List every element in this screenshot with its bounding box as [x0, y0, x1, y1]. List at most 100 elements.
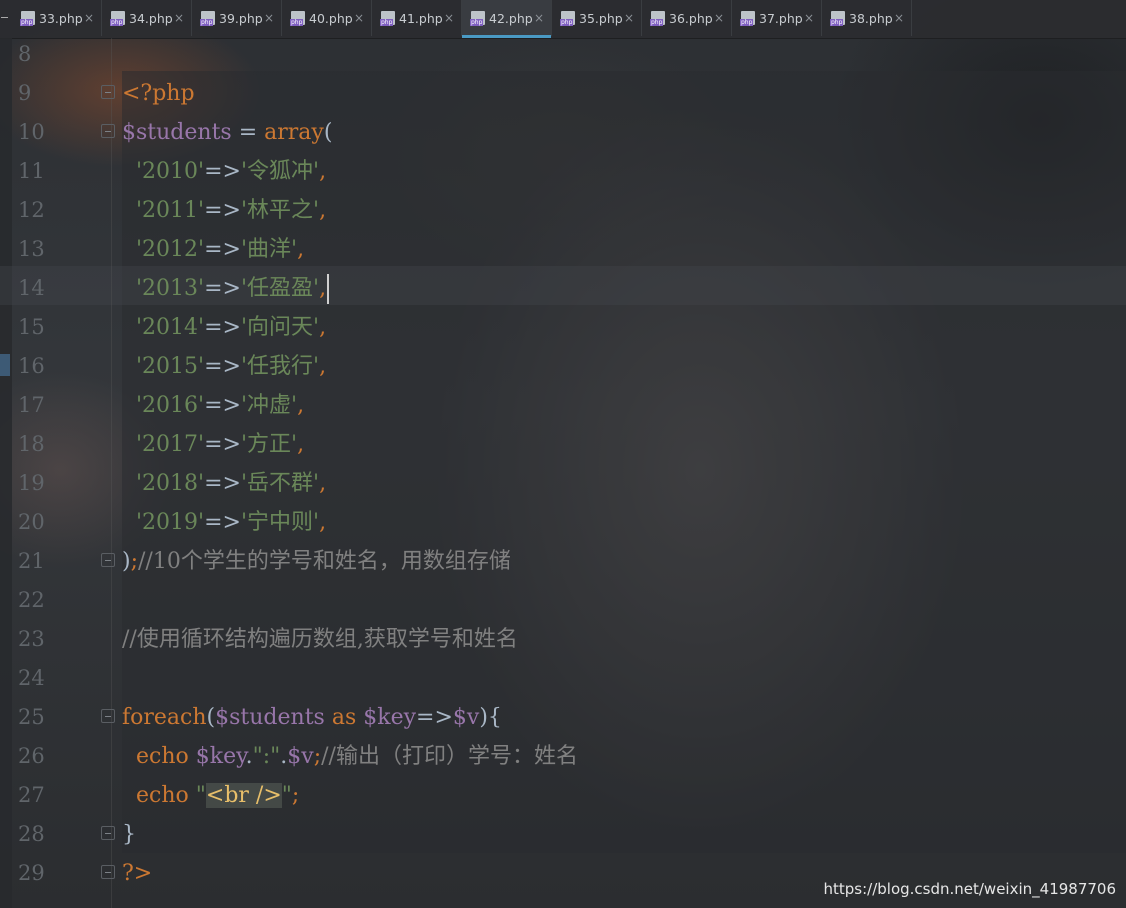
- string-quote: ": [195, 783, 206, 808]
- close-icon[interactable]: ×: [714, 11, 724, 25]
- code-line[interactable]: 11 '2010'=>'令狐冲',: [0, 152, 1126, 191]
- fold-collapse-icon[interactable]: [101, 826, 115, 840]
- code-text: foreach($students as $key=>$v){: [122, 698, 502, 737]
- tab-37-php[interactable]: 37.php×: [732, 0, 822, 36]
- tab-label: 42.php: [489, 10, 533, 26]
- tab-40-php[interactable]: 40.php×: [282, 0, 372, 36]
- tab-42-php-active[interactable]: 42.php×: [462, 0, 552, 38]
- close-icon[interactable]: ×: [264, 11, 274, 25]
- code-line[interactable]: 26 echo $key.":".$v;//输出（打印）学号：姓名: [0, 737, 1126, 776]
- code-line[interactable]: 16 '2015'=>'任我行',: [0, 347, 1126, 386]
- php-file-icon: [110, 11, 125, 26]
- arrow-token: =>: [204, 432, 241, 457]
- semicolon-token: ;: [130, 549, 139, 574]
- php-file-icon: [20, 11, 35, 26]
- editor-tab-bar: 33.php× 34.php× 39.php× 40.php× 41.php× …: [0, 0, 1126, 39]
- comma-token: ,: [319, 198, 327, 223]
- array-key: '2013': [136, 276, 205, 301]
- code-text: '2011'=>'林平之',: [122, 191, 326, 230]
- code-line[interactable]: 20 '2019'=>'宁中则',: [0, 503, 1126, 542]
- line-number: 19: [18, 471, 45, 495]
- code-line[interactable]: 15 '2014'=>'向问天',: [0, 308, 1126, 347]
- tab-41-php[interactable]: 41.php×: [372, 0, 462, 36]
- code-line-current[interactable]: 14 '2013'=>'任盈盈',: [0, 269, 1126, 308]
- paren-token: (: [323, 120, 333, 145]
- array-key: '2012': [136, 237, 205, 262]
- fold-collapse-icon[interactable]: [101, 865, 115, 879]
- arrow-token: =>: [416, 705, 453, 730]
- variable-token: $key: [363, 705, 417, 730]
- code-line[interactable]: 18 '2017'=>'方正',: [0, 425, 1126, 464]
- close-icon[interactable]: ×: [804, 11, 814, 25]
- code-line[interactable]: 22: [0, 581, 1126, 620]
- array-value: '任我行': [240, 354, 320, 379]
- tab-36-php[interactable]: 36.php×: [642, 0, 732, 36]
- arrow-token: =>: [204, 159, 241, 184]
- close-icon[interactable]: ×: [84, 11, 94, 25]
- array-key: '2019': [136, 510, 205, 535]
- php-file-icon: [380, 11, 395, 26]
- array-key: '2018': [136, 471, 205, 496]
- tab-35-php[interactable]: 35.php×: [552, 0, 642, 36]
- code-line[interactable]: 24: [0, 659, 1126, 698]
- comma-token: ,: [319, 276, 327, 301]
- tab-label: 33.php: [39, 10, 83, 26]
- code-text: '2018'=>'岳不群',: [122, 464, 326, 503]
- code-line[interactable]: 19 '2018'=>'岳不群',: [0, 464, 1126, 503]
- comma-token: ,: [297, 432, 305, 457]
- string-token: ":": [252, 744, 281, 769]
- fold-collapse-icon[interactable]: [101, 709, 115, 723]
- keyword-token: foreach: [122, 705, 207, 730]
- php-file-icon: [740, 11, 755, 26]
- line-number: 17: [18, 393, 45, 417]
- line-number: 26: [18, 744, 45, 768]
- close-icon[interactable]: ×: [174, 11, 184, 25]
- tab-38-php[interactable]: 38.php×: [822, 0, 912, 36]
- code-line[interactable]: 13 '2012'=>'曲洋',: [0, 230, 1126, 269]
- fold-collapse-icon[interactable]: [101, 85, 115, 99]
- paren-token: ): [122, 549, 131, 574]
- arrow-token: =>: [204, 315, 241, 340]
- close-icon[interactable]: ×: [534, 11, 544, 25]
- line-number: 27: [18, 783, 45, 807]
- line-number: 15: [18, 315, 45, 339]
- brace-token: }: [122, 822, 136, 847]
- fold-collapse-icon[interactable]: [101, 124, 115, 138]
- code-line[interactable]: 10 $students = array(: [0, 113, 1126, 152]
- tab-39-php[interactable]: 39.php×: [192, 0, 282, 36]
- tab-34-php[interactable]: 34.php×: [102, 0, 192, 36]
- code-line[interactable]: 17 '2016'=>'冲虚',: [0, 386, 1126, 425]
- code-text: );//10个学生的学号和姓名，用数组存储: [122, 542, 511, 581]
- code-editor[interactable]: 8 9 <?php 10 $students = array( 11 '2010…: [0, 38, 1126, 908]
- close-icon[interactable]: ×: [354, 11, 364, 25]
- code-line[interactable]: 12 '2011'=>'林平之',: [0, 191, 1126, 230]
- array-key: '2017': [136, 432, 205, 457]
- comma-token: ,: [319, 315, 327, 340]
- php-file-icon: [650, 11, 665, 26]
- code-line[interactable]: 9 <?php: [0, 74, 1126, 113]
- php-file-icon: [830, 11, 845, 26]
- paren-token: (: [206, 705, 216, 730]
- tab-33-php[interactable]: 33.php×: [12, 0, 102, 36]
- comma-token: ,: [319, 354, 327, 379]
- tab-bar-menu-dash[interactable]: [0, 0, 12, 38]
- code-line[interactable]: 25 foreach($students as $key=>$v){: [0, 698, 1126, 737]
- code-line[interactable]: 27 echo "<br />";: [0, 776, 1126, 815]
- code-text: '2015'=>'任我行',: [122, 347, 326, 386]
- code-text: '2013'=>'任盈盈',: [122, 269, 330, 308]
- code-line[interactable]: 28 }: [0, 815, 1126, 854]
- tab-label: 34.php: [129, 10, 173, 26]
- comma-token: ,: [319, 510, 327, 535]
- fold-collapse-icon[interactable]: [101, 553, 115, 567]
- array-key: '2016': [136, 393, 205, 418]
- close-icon[interactable]: ×: [624, 11, 634, 25]
- close-icon[interactable]: ×: [894, 11, 904, 25]
- php-file-icon: [470, 11, 485, 26]
- code-line[interactable]: 23 //使用循环结构遍历数组,获取学号和姓名: [0, 620, 1126, 659]
- line-number: 18: [18, 432, 45, 456]
- variable-token: $students: [215, 705, 325, 730]
- code-line[interactable]: 8: [0, 35, 1126, 74]
- close-icon[interactable]: ×: [444, 11, 454, 25]
- code-line[interactable]: 21 );//10个学生的学号和姓名，用数组存储: [0, 542, 1126, 581]
- php-close-tag: ?>: [122, 861, 153, 886]
